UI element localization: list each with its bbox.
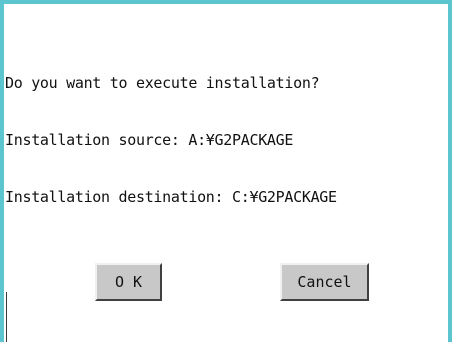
- window-frame-right: [448, 0, 452, 342]
- ok-button[interactable]: O K: [95, 263, 162, 301]
- destination-line: Installation destination: C:¥G2PACKAGE: [5, 188, 337, 206]
- question-line: Do you want to execute installation?: [5, 74, 320, 92]
- left-divider: [6, 292, 7, 342]
- cancel-button[interactable]: Cancel: [280, 263, 369, 301]
- window-frame-left: [0, 0, 4, 342]
- confirmation-message: Do you want to execute installation? Ins…: [5, 36, 337, 245]
- source-line: Installation source: A:¥G2PACKAGE: [5, 131, 294, 149]
- window-frame-top: [0, 0, 452, 4]
- install-confirm-screen: Do you want to execute installation? Ins…: [0, 0, 452, 342]
